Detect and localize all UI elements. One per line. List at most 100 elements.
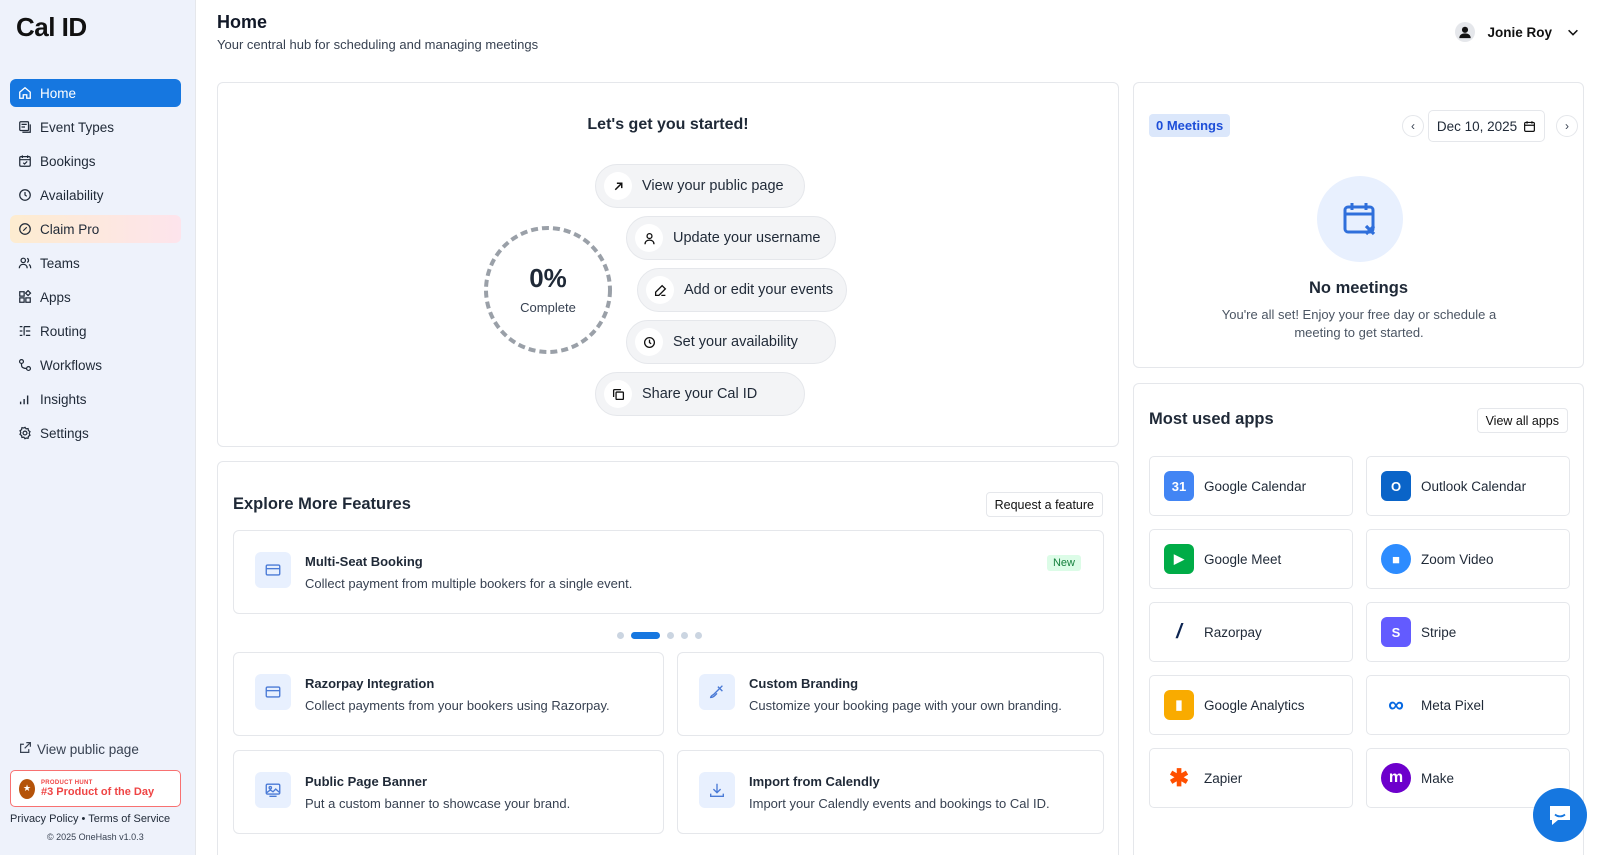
sidebar-item-routing[interactable]: Routing (10, 317, 181, 345)
sidebar-item-settings[interactable]: Settings (10, 419, 181, 447)
app-name: Google Meet (1204, 551, 1282, 567)
step-add-edit-events[interactable]: Add or edit your events (637, 268, 847, 312)
app-name: Stripe (1421, 624, 1457, 640)
sidebar-item-teams[interactable]: Teams (10, 249, 181, 277)
view-public-page-link[interactable]: View public page (19, 741, 139, 757)
sidebar-item-insights[interactable]: Insights (10, 385, 181, 413)
sidebar-item-home[interactable]: Home (10, 79, 181, 107)
sidebar-item-event-types[interactable]: Event Types (10, 113, 181, 141)
credit-card-icon (255, 552, 291, 588)
app-name: Google Analytics (1204, 697, 1305, 713)
sidebar-item-label: Event Types (40, 119, 115, 135)
meetings-card: 0 Meetings ‹ Dec 10, 2025 › No meetings … (1133, 82, 1584, 368)
app-name: Zoom Video (1421, 551, 1494, 567)
sidebar: Cal ID Home Event Types Bookings Availab… (0, 0, 196, 855)
sidebar-item-bookings[interactable]: Bookings (10, 147, 181, 175)
credit-card-icon (255, 674, 291, 710)
date-picker[interactable]: Dec 10, 2025 (1428, 110, 1545, 142)
chevron-down-icon[interactable] (1566, 25, 1580, 39)
carousel-dot[interactable] (695, 632, 702, 639)
arrow-up-right-icon (604, 172, 632, 200)
feature-card-calendly[interactable]: Import from Calendly Import your Calendl… (677, 750, 1104, 834)
step-share-cal-id[interactable]: Share your Cal ID (595, 372, 805, 416)
feature-title: Razorpay Integration (305, 676, 435, 691)
carousel-dot[interactable] (667, 632, 674, 639)
calendar-x-icon (1317, 176, 1403, 262)
user-name: Jonie Roy (1487, 24, 1552, 40)
calendar-icon (1524, 120, 1536, 132)
feature-card-banner[interactable]: Public Page Banner Put a custom banner t… (233, 750, 664, 834)
user-menu[interactable]: Jonie Roy (1455, 22, 1552, 42)
calendar-icon (18, 154, 32, 168)
outlook-icon: O (1381, 471, 1411, 501)
app-zoom[interactable]: ■ Zoom Video (1366, 529, 1570, 589)
sidebar-item-workflows[interactable]: Workflows (10, 351, 181, 379)
step-update-username[interactable]: Update your username (626, 216, 836, 260)
app-outlook-calendar[interactable]: O Outlook Calendar (1366, 456, 1570, 516)
date-value: Dec 10, 2025 (1436, 118, 1518, 134)
page-subtitle: Your central hub for scheduling and mana… (217, 37, 539, 52)
legal-separator: • (81, 813, 86, 825)
product-hunt-badge[interactable]: ★ PRODUCT HUNT #3 Product of the Day (10, 770, 181, 807)
razorpay-icon: / (1164, 617, 1194, 647)
sidebar-item-availability[interactable]: Availability (10, 181, 181, 209)
download-icon (699, 772, 735, 808)
request-feature-button[interactable]: Request a feature (985, 492, 1103, 517)
clock-icon (18, 188, 32, 202)
feature-desc: Customize your booking page with your ow… (749, 698, 1062, 713)
feature-title: Custom Branding (749, 676, 859, 691)
progress-label: Complete (520, 300, 576, 315)
carousel-dot[interactable] (681, 632, 688, 639)
app-logo[interactable]: Cal ID (16, 12, 87, 43)
sidebar-item-label: Home (40, 85, 77, 101)
app-meta-pixel[interactable]: ∞ Meta Pixel (1366, 675, 1570, 735)
privacy-policy-link[interactable]: Privacy Policy (10, 813, 78, 825)
step-label: Update your username (673, 230, 821, 246)
legal-links: Privacy Policy • Terms of Service (10, 813, 170, 825)
sidebar-item-apps[interactable]: Apps (10, 283, 181, 311)
copy-icon (604, 380, 632, 408)
user-icon (635, 224, 663, 252)
event-types-icon (18, 120, 32, 134)
app-google-calendar[interactable]: 31 Google Calendar (1149, 456, 1353, 516)
copyright: © 2025 OneHash v1.0.3 (47, 832, 144, 842)
workflow-icon (18, 358, 32, 372)
carousel-dot-active[interactable] (631, 632, 660, 639)
sidebar-item-label: Workflows (40, 357, 103, 373)
terms-link[interactable]: Terms of Service (88, 813, 170, 825)
featured-feature-card[interactable]: Multi-Seat Booking Collect payment from … (233, 530, 1104, 614)
avatar (1455, 22, 1476, 42)
page-title: Home (217, 12, 268, 32)
product-hunt-rank: #3 Product of the Day (41, 785, 155, 798)
sidebar-nav: Home Event Types Bookings Availability C… (10, 79, 181, 453)
pencil-icon (646, 276, 674, 304)
app-stripe[interactable]: S Stripe (1366, 602, 1570, 662)
step-set-availability[interactable]: Set your availability (626, 320, 836, 364)
carousel-dot[interactable] (617, 632, 624, 639)
feature-desc: Import your Calendly events and bookings… (749, 796, 1050, 811)
feature-desc: Collect payments from your bookers using… (305, 698, 610, 713)
feature-card-branding[interactable]: Custom Branding Customize your booking p… (677, 652, 1104, 736)
sidebar-item-label: Settings (40, 425, 89, 441)
step-label: Share your Cal ID (642, 386, 758, 402)
carousel-dots (617, 632, 702, 639)
feature-title: Import from Calendly (749, 774, 880, 789)
sidebar-item-claim-pro[interactable]: Claim Pro (10, 215, 181, 243)
clock-icon (635, 328, 663, 356)
feature-title: Multi-Seat Booking (305, 554, 423, 569)
app-zapier[interactable]: ✱ Zapier (1149, 748, 1353, 808)
view-all-apps-button[interactable]: View all apps (1476, 408, 1568, 433)
app-google-meet[interactable]: ▶ Google Meet (1149, 529, 1353, 589)
app-razorpay[interactable]: / Razorpay (1149, 602, 1353, 662)
feature-card-razorpay[interactable]: Razorpay Integration Collect payments fr… (233, 652, 664, 736)
feature-title: Public Page Banner (305, 774, 428, 789)
sidebar-item-label: Insights (40, 391, 87, 407)
chat-support-button[interactable] (1533, 788, 1587, 842)
users-icon (18, 256, 32, 270)
chevron-right-icon[interactable]: › (1556, 115, 1578, 137)
step-view-public-page[interactable]: View your public page (595, 164, 805, 208)
routing-icon (18, 324, 32, 338)
sidebar-item-label: Apps (40, 289, 71, 305)
app-google-analytics[interactable]: ▮ Google Analytics (1149, 675, 1353, 735)
chevron-left-icon[interactable]: ‹ (1402, 115, 1424, 137)
